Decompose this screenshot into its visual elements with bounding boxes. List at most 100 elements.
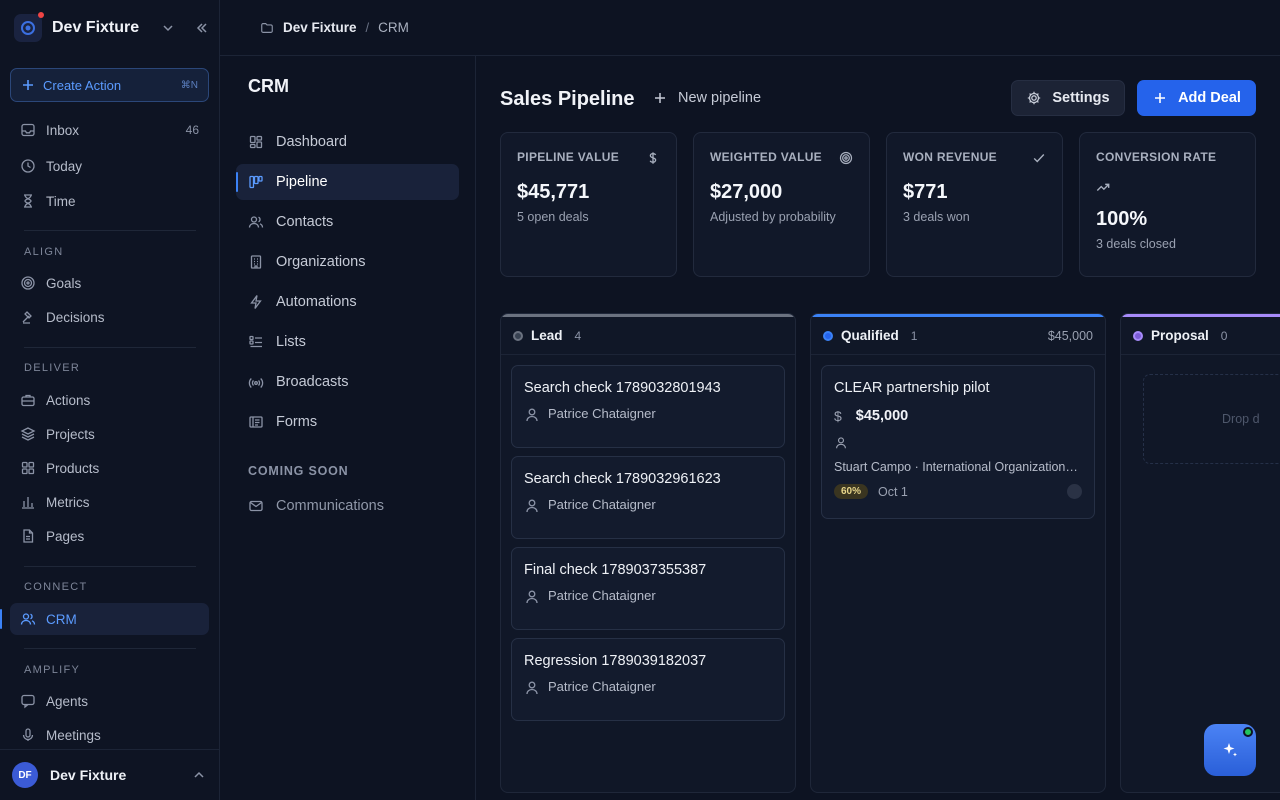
subnav-item-communications[interactable]: Communications (236, 488, 459, 524)
stat-label: WEIGHTED VALUE (710, 150, 822, 164)
form-icon (248, 414, 264, 430)
create-action-button[interactable]: Create Action ⌘N (10, 68, 209, 102)
grid-icon (20, 460, 36, 476)
subnav-item-label: Organizations (276, 254, 366, 270)
trending-up-icon (1096, 180, 1110, 194)
settings-label: Settings (1052, 90, 1110, 106)
avatar: DF (12, 762, 38, 788)
deal-owner: Patrice Chataigner (524, 497, 772, 512)
sparkle-icon (1223, 743, 1237, 757)
sidebar-item-label: Inbox (46, 122, 80, 138)
deal-card[interactable]: CLEAR partnership pilot $ $45,000 Stuart… (821, 365, 1095, 519)
sidebar-section-align: ALIGN (24, 246, 64, 258)
subnav-item-organizations[interactable]: Organizations (236, 244, 459, 280)
kanban-column-proposal: Proposal 0 Drop d (1120, 313, 1280, 793)
avatar (1067, 484, 1082, 499)
sidebar-item-label: Meetings (46, 727, 101, 743)
add-deal-button[interactable]: Add Deal (1137, 80, 1256, 116)
users-icon (248, 214, 264, 230)
stat-subtitle: Adjusted by probability (710, 210, 836, 224)
deal-card[interactable]: Search check 1789032961623 Patrice Chata… (511, 456, 785, 539)
workspace-switcher[interactable]: Dev Fixture (14, 12, 210, 43)
briefcase-icon (20, 392, 36, 408)
subnav-item-label: Communications (276, 498, 384, 514)
sidebar-item-label: Goals (46, 275, 82, 291)
stat-label: WON REVENUE (903, 150, 997, 164)
user-menu[interactable]: DF Dev Fixture (0, 749, 219, 800)
subnav-item-label: Dashboard (276, 134, 347, 150)
add-deal-label: Add Deal (1178, 90, 1241, 106)
sidebar-item-label: Today (46, 158, 83, 174)
new-pipeline-button[interactable]: New pipeline (652, 88, 761, 108)
dollar-icon: $ (834, 408, 842, 424)
inbox-count-badge: 46 (185, 123, 199, 137)
subnav-item-label: Forms (276, 414, 318, 430)
sidebar-item-inbox[interactable]: Inbox 46 (10, 114, 209, 146)
column-name: Proposal (1151, 328, 1209, 343)
online-status-dot (1243, 727, 1253, 737)
pipeline-main: Sales Pipeline New pipeline Settings Add… (476, 56, 1280, 800)
sidebar-item-label: Pages (46, 528, 85, 544)
breadcrumb: Dev Fixture / CRM (220, 0, 1280, 56)
sidebar-item-today[interactable]: Today (10, 150, 209, 182)
chevron-up-icon[interactable] (191, 767, 207, 783)
subnav-item-dashboard[interactable]: Dashboard (236, 124, 459, 160)
deal-title: Search check 1789032801943 (524, 380, 721, 396)
lightning-icon (248, 294, 264, 310)
collapse-sidebar-icon[interactable] (194, 20, 210, 36)
sidebar-item-actions[interactable]: Actions (10, 384, 209, 416)
sidebar-item-crm[interactable]: CRM (0, 603, 209, 635)
deal-card[interactable]: Final check 1789037355387 Patrice Chatai… (511, 547, 785, 630)
stat-subtitle: 5 open deals (517, 210, 589, 224)
column-name: Lead (531, 328, 563, 343)
sidebar-item-pages[interactable]: Pages (10, 520, 209, 552)
settings-button[interactable]: Settings (1011, 80, 1125, 116)
stat-card-conversion-rate: CONVERSION RATE 100% 3 deals closed (1079, 132, 1256, 277)
sidebar-item-agents[interactable]: Agents (10, 685, 209, 717)
sidebar-item-label: Actions (46, 392, 91, 408)
subnav-item-lists[interactable]: Lists (236, 324, 459, 360)
workspace-logo-icon (14, 12, 44, 42)
subnav-item-automations[interactable]: Automations (236, 284, 459, 320)
check-icon (1032, 151, 1046, 165)
sidebar-item-products[interactable]: Products (10, 452, 209, 484)
drop-zone[interactable]: Drop d (1143, 374, 1280, 464)
new-pipeline-label: New pipeline (678, 90, 762, 106)
stat-card-pipeline-value: PIPELINE VALUE $45,771 5 open deals (500, 132, 677, 277)
mic-icon (20, 727, 36, 743)
breadcrumb-separator: / (365, 20, 370, 35)
file-icon (20, 528, 36, 544)
chevron-down-icon[interactable] (160, 20, 176, 36)
column-count: 0 (1220, 328, 1228, 343)
column-count: 4 (574, 328, 582, 343)
deal-owner-name: Patrice Chataigner (548, 679, 656, 694)
subnav-item-pipeline[interactable]: Pipeline (236, 164, 459, 200)
sidebar-item-goals[interactable]: Goals (10, 267, 209, 299)
sidebar-item-projects[interactable]: Projects (10, 418, 209, 450)
folder-icon (260, 21, 274, 35)
subnav-item-contacts[interactable]: Contacts (236, 204, 459, 240)
user-icon (524, 680, 538, 694)
sidebar-item-metrics[interactable]: Metrics (10, 486, 209, 518)
column-name: Qualified (841, 328, 899, 343)
subnav-item-broadcasts[interactable]: Broadcasts (236, 364, 459, 400)
sidebar-item-decisions[interactable]: Decisions (10, 301, 209, 333)
users-icon (20, 611, 36, 627)
stat-label: PIPELINE VALUE (517, 150, 619, 164)
subnav-item-forms[interactable]: Forms (236, 404, 459, 440)
breadcrumb-workspace[interactable]: Dev Fixture (283, 20, 357, 35)
plus-icon (1152, 90, 1168, 106)
column-header: Lead 4 (501, 317, 795, 355)
deal-owner: Patrice Chataigner (524, 588, 772, 603)
sidebar-item-meetings[interactable]: Meetings (10, 719, 209, 751)
deal-card[interactable]: Regression 1789039182037 Patrice Chataig… (511, 638, 785, 721)
deal-owner: Patrice Chataigner (524, 679, 772, 694)
subnav-item-label: Contacts (276, 214, 334, 230)
layers-icon (20, 426, 36, 442)
deal-meta: 60% Oct 1 (834, 484, 1082, 499)
sidebar-item-time[interactable]: Time (10, 185, 209, 217)
ai-assistant-button[interactable] (1204, 724, 1256, 776)
deal-card[interactable]: Search check 1789032801943 Patrice Chata… (511, 365, 785, 448)
column-header: Qualified 1 $45,000 (811, 317, 1105, 355)
sidebar-divider (24, 648, 196, 649)
